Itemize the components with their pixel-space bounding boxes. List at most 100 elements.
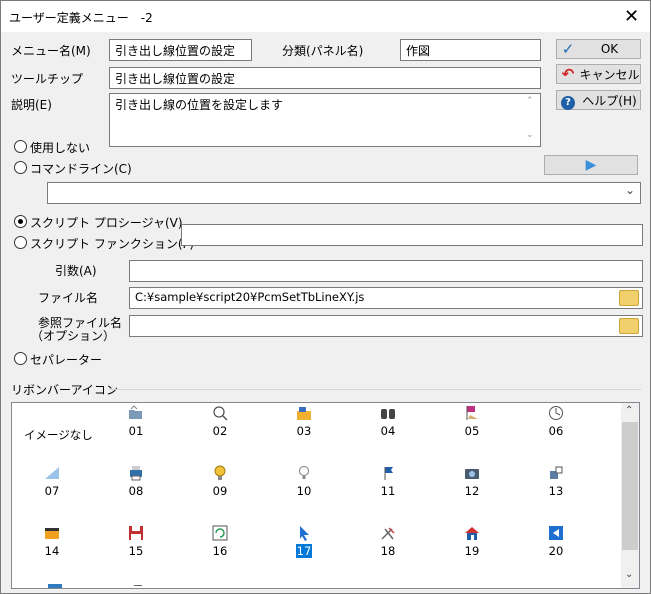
category-label: 分類(パネル名) — [282, 44, 364, 58]
dialog-window: ユーザー定義メニュー -2 ✕ メニュー名(M) 引き出し線位置の設定 分類(パ… — [0, 0, 651, 594]
ribbon-icon-item[interactable]: 02 — [200, 405, 240, 438]
close-icon[interactable]: ✕ — [613, 1, 650, 32]
ribbon-icon-number: 09 — [212, 484, 228, 498]
tooltip-input[interactable]: 引き出し線位置の設定 — [109, 67, 541, 89]
menu-name-input[interactable]: 引き出し線位置の設定 — [109, 39, 252, 61]
ribbon-icon-number: 19 — [464, 544, 480, 558]
file-input[interactable]: C:¥sample¥script20¥PcmSetTbLineXY.js — [129, 287, 643, 309]
args-label: 引数(A) — [55, 264, 97, 278]
clock-icon — [548, 405, 564, 421]
ref-file-input[interactable] — [129, 315, 643, 337]
ribbon-icon-number: 10 — [296, 484, 312, 498]
ribbon-icon-item[interactable]: 03 — [284, 405, 324, 438]
scroll-down-icon[interactable]: ⌄ — [625, 569, 633, 580]
ribbon-icon-item[interactable]: 07 — [32, 465, 72, 498]
cancel-button-label: キャンセル — [579, 67, 640, 82]
ribbon-icon-item[interactable]: 01 — [116, 405, 156, 438]
ribbon-icon-item[interactable]: 10 — [284, 465, 324, 498]
ok-button-label: OK — [600, 42, 619, 56]
window-icon — [44, 525, 60, 541]
pin-flag-icon — [380, 465, 396, 481]
folder-open-icon — [128, 405, 144, 421]
ribbon-icon-item[interactable]: 08 — [116, 465, 156, 498]
menu-name-label: メニュー名(M) — [11, 44, 91, 58]
ribbon-icon-item[interactable]: 17 — [284, 525, 324, 558]
ribbon-icon-item[interactable]: 06 — [536, 405, 576, 438]
ribbon-icon-item[interactable]: 18 — [368, 525, 408, 558]
separator-label: セパレーター — [30, 353, 103, 367]
ruler-icon — [44, 465, 60, 481]
ribbon-icon-number: 11 — [380, 484, 396, 498]
flag-icon — [464, 405, 480, 421]
printer-icon — [128, 465, 144, 481]
ok-button[interactable]: ✓ OK — [556, 39, 641, 59]
ribbon-icon-number: 02 — [212, 424, 228, 438]
args-input[interactable] — [129, 260, 643, 282]
house-icon — [464, 525, 480, 541]
partial-icon-22 — [134, 585, 142, 588]
play-icon: ▶ — [585, 157, 597, 173]
ribbon-icon-item[interactable]: 13 — [536, 465, 576, 498]
save-icon — [128, 525, 144, 541]
ribbon-icon-item[interactable]: 04 — [368, 405, 408, 438]
description-scrollbar[interactable]: ⌃ ⌄ — [522, 94, 540, 146]
ribbon-icon-item[interactable]: 05 — [452, 405, 492, 438]
separator-radio[interactable] — [14, 352, 27, 365]
commandline-label: コマンドライン(C) — [30, 162, 132, 176]
ribbon-icon-number: 16 — [212, 544, 228, 558]
check-icon: ✓ — [561, 40, 575, 58]
ref-folder-browse-icon[interactable] — [619, 318, 639, 334]
chevron-down-icon[interactable]: ⌄ — [625, 183, 635, 197]
description-textarea[interactable]: 引き出し線の位置を設定します — [109, 93, 541, 147]
help-button[interactable]: ? ヘルプ(H) — [556, 90, 641, 110]
scroll-up-icon[interactable]: ⌃ — [625, 405, 633, 416]
scroll-up-icon[interactable]: ⌃ — [526, 96, 534, 106]
ribbon-icon-number: 18 — [380, 544, 396, 558]
ribbon-icon-number: 04 — [380, 424, 396, 438]
camera-icon — [464, 465, 480, 481]
title-bar: ユーザー定義メニュー -2 ✕ — [1, 1, 650, 32]
commandline-combobox[interactable]: ⌄ — [47, 182, 641, 204]
run-button[interactable]: ▶ — [544, 155, 638, 175]
undo-arrow-icon: ↶ — [561, 65, 575, 83]
commandline-radio[interactable] — [14, 161, 27, 174]
ribbon-icon-number: 01 — [128, 424, 144, 438]
scroll-down-icon[interactable]: ⌄ — [526, 130, 534, 140]
help-icon: ? — [557, 91, 579, 110]
puzzle-icon — [548, 465, 564, 481]
ribbon-icon-item[interactable]: 09 — [200, 465, 240, 498]
ribbon-icon-item[interactable]: 19 — [452, 525, 492, 558]
script-function-input[interactable] — [181, 224, 643, 246]
script-function-radio[interactable] — [14, 236, 27, 249]
cancel-button[interactable]: ↶ キャンセル — [556, 64, 641, 84]
ribbon-icon-item[interactable]: 12 — [452, 465, 492, 498]
icon-list-scrollbar[interactable]: ⌃ ⌄ — [621, 403, 639, 588]
category-input[interactable]: 作図 — [400, 39, 541, 61]
ribbon-icon-item[interactable]: 16 — [200, 525, 240, 558]
ribbon-icon-number: 05 — [464, 424, 480, 438]
ribbon-icon-item[interactable]: 15 — [116, 525, 156, 558]
ribbon-icon-item[interactable]: 14 — [32, 525, 72, 558]
partial-icon-21 — [48, 584, 62, 588]
binoculars-icon — [380, 405, 396, 421]
ribbon-icon-number: 07 — [44, 484, 60, 498]
tools-icon — [380, 525, 396, 541]
refresh-icon — [212, 525, 228, 541]
scroll-thumb[interactable] — [622, 422, 638, 550]
ribbon-icon-item[interactable]: 11 — [368, 465, 408, 498]
folder-icon — [296, 405, 312, 421]
script-procedure-radio[interactable] — [14, 215, 27, 228]
folder-browse-icon[interactable] — [619, 290, 639, 306]
ribbon-icon-number: 06 — [548, 424, 564, 438]
ribbon-icon-list[interactable]: イメージなし 01 02 03 04 05 06 07 08 09 10 11 12 13 14 15 16 1… — [11, 402, 640, 589]
no-image-item[interactable]: イメージなし — [24, 427, 93, 443]
description-label: 説明(E) — [11, 98, 52, 112]
ribbon-icon-item[interactable]: 20 — [536, 525, 576, 558]
script-function-label: スクリプト ファンクション(F) — [30, 237, 195, 251]
unused-radio[interactable] — [14, 140, 27, 153]
window-title: ユーザー定義メニュー -2 — [9, 11, 153, 25]
group-divider — [109, 389, 641, 390]
cursor-icon — [296, 525, 312, 541]
ribbon-icon-number: 17 — [295, 544, 313, 558]
bulb-off-icon — [296, 465, 312, 481]
